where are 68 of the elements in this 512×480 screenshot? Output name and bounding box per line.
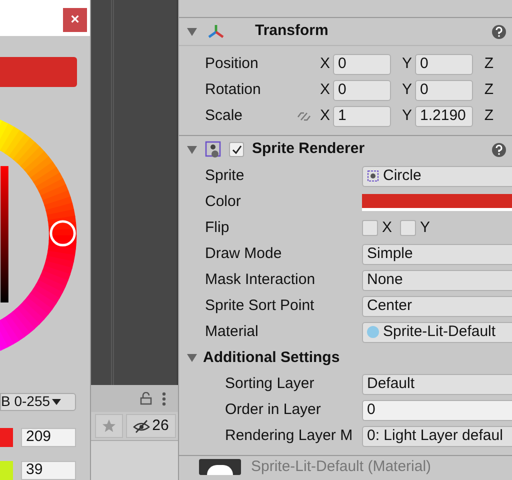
component-title: Sprite Renderer <box>252 139 366 160</box>
color-field[interactable] <box>362 194 512 210</box>
axis-label: Y <box>400 54 413 74</box>
dropdown[interactable]: None <box>362 270 512 290</box>
axis-label: Z <box>483 54 495 74</box>
axis-label: X <box>318 80 331 100</box>
dropdown[interactable]: Simple <box>362 244 512 264</box>
enabled-checkbox[interactable] <box>229 142 244 157</box>
close-button[interactable]: × <box>63 8 87 32</box>
number-field[interactable]: 1 <box>333 106 391 126</box>
mode-dropdown[interactable]: B 0-255 <box>0 392 76 411</box>
lock-icon[interactable] <box>140 392 152 405</box>
property-label: Order in Layer <box>224 400 322 420</box>
property-label: Flip <box>204 218 230 238</box>
expanded-triangle-icon[interactable] <box>187 26 197 36</box>
foldout-title[interactable]: Additional Settings <box>203 346 340 370</box>
number-field[interactable]: 0 <box>333 80 391 100</box>
property-label: Sorting Layer <box>224 374 316 394</box>
sprite-icon <box>367 170 379 182</box>
axis-label: X <box>318 106 331 126</box>
axis-label: Z <box>483 106 495 126</box>
checkbox[interactable] <box>400 220 416 236</box>
sprite-renderer-icon <box>205 140 221 158</box>
property-label: Rendering Layer M <box>224 426 354 446</box>
help-icon[interactable] <box>492 24 506 38</box>
property-label: Sprite <box>204 166 246 186</box>
axis-label: Y <box>400 80 413 100</box>
expanded-triangle-icon[interactable] <box>187 144 197 154</box>
checkbox-label: X <box>382 218 392 238</box>
number-field[interactable]: 0 <box>333 54 391 74</box>
eye-slash-icon <box>133 420 150 432</box>
dropdown[interactable]: Default <box>362 374 512 394</box>
help-icon[interactable] <box>492 142 506 156</box>
axis-label: X <box>318 54 331 74</box>
broken-link-icon[interactable] <box>297 110 311 122</box>
component-title: Transform <box>255 21 330 42</box>
property-label: Sprite Sort Point <box>204 296 316 316</box>
dropdown[interactable]: 0: Light Layer defaul <box>362 426 512 446</box>
expanded-triangle-icon[interactable] <box>187 353 197 363</box>
property-label: Scale <box>204 106 244 126</box>
dropdown[interactable]: Center <box>362 296 512 316</box>
checkbox[interactable] <box>362 220 378 236</box>
more-icon[interactable] <box>162 392 166 406</box>
property-label: Draw Mode <box>204 244 283 264</box>
property-label: Material <box>204 322 260 342</box>
hidden-count-button[interactable]: 26 <box>126 414 176 438</box>
material-preview <box>199 459 241 475</box>
object-field[interactable]: Circle <box>362 166 512 186</box>
channel-value-field[interactable]: 209 <box>21 428 76 447</box>
axes-icon <box>207 24 225 40</box>
number-field[interactable]: 0 <box>415 80 473 100</box>
color-swatch[interactable] <box>0 56 77 88</box>
material-name: Sprite-Lit-Default (Material) <box>251 459 432 475</box>
number-field[interactable]: 0 <box>362 400 512 420</box>
favorite-button[interactable] <box>95 414 123 438</box>
caret-icon <box>52 398 62 405</box>
property-label: Rotation <box>204 80 262 100</box>
number-field[interactable]: 1.2190 <box>415 106 473 126</box>
property-label: Color <box>204 192 242 212</box>
channel-value-field[interactable]: 39 <box>21 460 76 480</box>
axis-label: Y <box>400 106 413 126</box>
object-field[interactable]: Sprite-Lit-Default <box>362 322 512 342</box>
star-icon <box>102 419 116 433</box>
property-label: Mask Interaction <box>204 270 316 290</box>
checkbox-label: Y <box>420 218 430 238</box>
axis-label: Z <box>483 80 495 100</box>
number-field[interactable]: 0 <box>415 54 473 74</box>
property-label: Position <box>204 54 260 74</box>
